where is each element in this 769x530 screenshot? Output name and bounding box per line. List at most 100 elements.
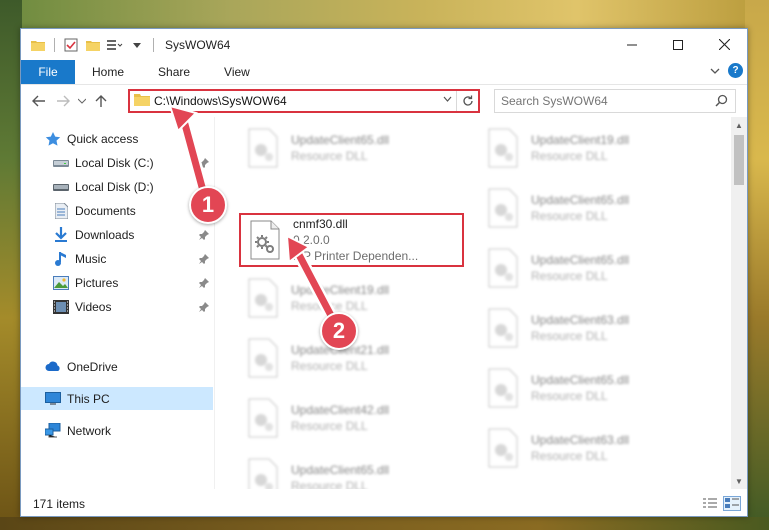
callout-badge-1: 1 <box>189 186 227 224</box>
list-item[interactable]: UpdateClient19.dll Resource DLL <box>479 121 704 175</box>
chevron-down-icon[interactable] <box>443 95 452 106</box>
customize-toolbar-icon[interactable] <box>106 36 124 54</box>
file-name: UpdateClient65.dll <box>531 193 630 207</box>
title-bar: SysWOW64 <box>21 29 747 60</box>
documents-icon <box>53 202 69 219</box>
sidebar-item-videos[interactable]: Videos <box>21 295 213 318</box>
close-button[interactable] <box>701 29 747 60</box>
callout-badge-2: 2 <box>320 312 358 350</box>
downloads-icon <box>53 226 69 243</box>
dll-file-icon <box>479 303 527 353</box>
pin-icon[interactable] <box>199 277 209 291</box>
list-item[interactable]: UpdateClient63.dll Resource DLL <box>479 301 704 355</box>
ribbon-tabs: File Home Share View ? <box>21 60 747 85</box>
sidebar-item-label: Pictures <box>75 275 119 290</box>
file-description: Resource DLL <box>291 149 368 163</box>
address-bar[interactable]: C:\Windows\SysWOW64 <box>128 89 480 113</box>
minimize-button[interactable] <box>609 29 655 60</box>
dll-file-icon <box>479 423 527 473</box>
sidebar-item-onedrive[interactable]: OneDrive <box>21 355 213 378</box>
sidebar-item-music[interactable]: Music <box>21 247 213 270</box>
list-item[interactable]: UpdateClient65.dll Resource DLL <box>479 361 704 415</box>
scroll-down-icon[interactable]: ▼ <box>731 473 747 489</box>
details-view-icon[interactable] <box>701 496 719 511</box>
pin-icon[interactable] <box>199 253 209 267</box>
file-description: Resource DLL <box>291 479 368 489</box>
cloud-icon <box>45 359 61 375</box>
search-icon[interactable] <box>715 94 728 110</box>
sidebar-item-label: OneDrive <box>67 359 118 374</box>
help-icon[interactable]: ? <box>728 63 743 78</box>
sidebar-item-local-disk-d[interactable]: Local Disk (D:) <box>21 175 213 198</box>
scroll-up-icon[interactable]: ▲ <box>731 117 747 133</box>
view-toggle <box>701 496 741 511</box>
tab-share[interactable]: Share <box>141 60 207 84</box>
tab-view[interactable]: View <box>207 60 267 84</box>
file-explorer-window: SysWOW64 File Home Share View ? C:\Windo… <box>20 28 748 517</box>
file-list: UpdateClient65.dll Resource DLL cnmf30.d… <box>217 117 731 489</box>
list-item[interactable]: UpdateClient65.dll Resource DLL <box>479 181 704 235</box>
file-name: UpdateClient42.dll <box>291 403 390 417</box>
search-box[interactable] <box>494 89 736 113</box>
dll-file-icon <box>239 453 287 489</box>
sidebar-item-network[interactable]: Network <box>21 419 213 442</box>
maximize-button[interactable] <box>655 29 701 60</box>
desktop-background-left <box>0 0 22 530</box>
list-item[interactable]: UpdateClient42.dll Resource DLL <box>239 391 464 445</box>
new-folder-icon[interactable] <box>84 36 102 54</box>
chevron-down-icon[interactable] <box>128 36 146 54</box>
file-description: Resource DLL <box>531 209 608 223</box>
dll-file-icon <box>241 215 289 265</box>
network-icon <box>45 423 61 439</box>
sidebar-item-quick-access[interactable]: Quick access <box>21 127 213 150</box>
dll-file-icon <box>239 123 287 173</box>
sidebar-item-documents[interactable]: Documents <box>21 199 213 222</box>
back-button[interactable] <box>27 89 51 113</box>
file-description: Resource DLL <box>531 329 608 343</box>
forward-button[interactable] <box>51 89 75 113</box>
quick-access-toolbar <box>21 36 157 54</box>
dll-file-icon <box>479 123 527 173</box>
desktop-background-top <box>0 0 769 28</box>
file-description: Resource DLL <box>531 449 608 463</box>
sidebar-item-this-pc[interactable]: This PC <box>21 387 213 410</box>
file-description: Resource DLL <box>291 359 368 373</box>
list-item[interactable]: UpdateClient65.dll Resource DLL <box>239 121 464 175</box>
sidebar-item-label: Documents <box>75 203 136 218</box>
file-name: UpdateClient65.dll <box>531 373 630 387</box>
sidebar-item-label: Music <box>75 251 107 266</box>
status-bar: 171 items <box>21 491 747 516</box>
list-item[interactable]: UpdateClient63.dll Resource DLL <box>479 421 704 475</box>
list-item[interactable]: UpdateClient65.dll Resource DLL <box>479 241 704 295</box>
refresh-button[interactable] <box>456 91 478 111</box>
list-item-cnmf30[interactable]: cnmf30.dll 0.2.0.0 MP Printer Dependen..… <box>239 213 464 267</box>
sidebar-item-label: Downloads <box>75 227 135 242</box>
pin-icon[interactable] <box>199 157 209 171</box>
scrollbar-thumb[interactable] <box>734 135 744 185</box>
sidebar-item-downloads[interactable]: Downloads <box>21 223 213 246</box>
file-name: UpdateClient19.dll <box>291 283 390 297</box>
file-name: UpdateClient63.dll <box>531 313 630 327</box>
file-description: Resource DLL <box>291 419 368 433</box>
pin-icon[interactable] <box>199 229 209 243</box>
vertical-scrollbar[interactable]: ▲ ▼ <box>731 117 747 489</box>
list-item[interactable]: UpdateClient65.dll Resource DLL <box>239 451 464 489</box>
pin-icon[interactable] <box>199 301 209 315</box>
file-name: UpdateClient65.dll <box>291 133 390 147</box>
recent-locations-button[interactable] <box>75 89 89 113</box>
sidebar-item-label: Videos <box>75 299 112 314</box>
tiles-view-icon[interactable] <box>723 496 741 511</box>
search-input[interactable] <box>501 94 701 108</box>
tab-home[interactable]: Home <box>75 60 141 84</box>
tab-file[interactable]: File <box>21 60 75 84</box>
desktop-background-right <box>745 0 769 530</box>
file-description: Resource DLL <box>531 389 608 403</box>
sidebar-item-local-disk-c[interactable]: Local Disk (C:) <box>21 151 213 174</box>
ribbon-right-controls: ? <box>710 63 743 78</box>
folder-icon[interactable] <box>29 36 47 54</box>
dll-file-icon <box>239 393 287 443</box>
up-button[interactable] <box>89 89 113 113</box>
properties-icon[interactable] <box>62 36 80 54</box>
sidebar-item-pictures[interactable]: Pictures <box>21 271 213 294</box>
expand-ribbon-icon[interactable] <box>710 64 720 78</box>
